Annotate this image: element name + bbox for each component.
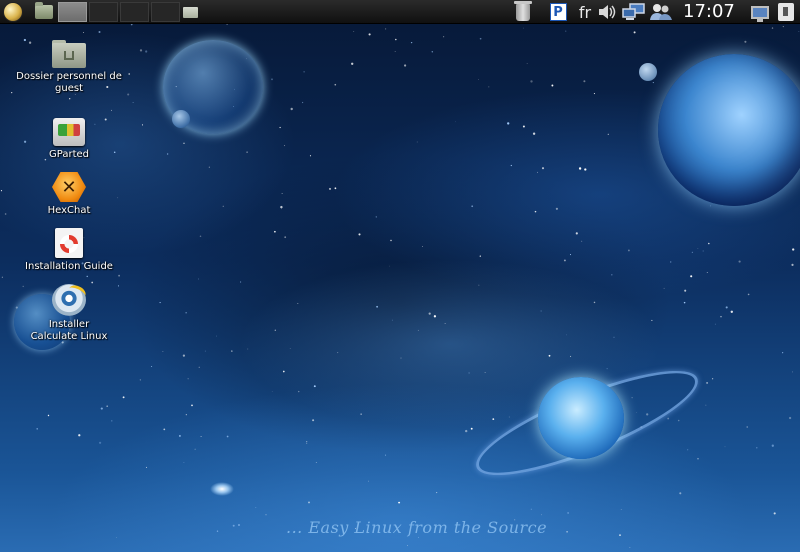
desktop-icon-installation-guide[interactable]: Installation Guide bbox=[9, 228, 129, 273]
desktop-icon-gparted[interactable]: GParted bbox=[9, 118, 129, 161]
tiny-moon bbox=[639, 63, 657, 81]
file-manager-launcher[interactable] bbox=[178, 0, 202, 24]
top-panel: P fr 17:07 bbox=[0, 0, 800, 24]
hexchat-icon: ✕ bbox=[52, 172, 86, 202]
workspace-1[interactable] bbox=[58, 2, 87, 22]
small-moon bbox=[172, 110, 190, 128]
light-flare bbox=[210, 482, 234, 496]
trash-button[interactable] bbox=[512, 0, 534, 24]
volume-icon bbox=[599, 5, 616, 19]
desktop-icon-label: Dossier personnel de guest bbox=[16, 71, 122, 94]
workspace-2[interactable] bbox=[89, 2, 118, 22]
folder-icon bbox=[182, 6, 198, 18]
menu-orb-icon bbox=[4, 3, 22, 21]
installation-guide-icon bbox=[55, 228, 83, 258]
power-icon bbox=[778, 3, 794, 21]
desktop-icon-label: GParted bbox=[49, 149, 89, 160]
desktop-icon-hexchat[interactable]: ✕ HexChat bbox=[9, 172, 129, 217]
keyboard-layout-indicator[interactable]: fr bbox=[574, 0, 596, 24]
gparted-icon bbox=[53, 118, 85, 146]
package-updater-icon: P bbox=[549, 3, 567, 21]
ringed-planet bbox=[538, 377, 624, 459]
network-icon bbox=[622, 3, 645, 20]
home-folder-icon bbox=[35, 2, 53, 19]
desktop-icon-label: HexChat bbox=[47, 205, 91, 216]
package-updater-button[interactable]: P bbox=[547, 0, 569, 24]
wallpaper-slogan: ... Easy Linux from the Source bbox=[286, 518, 548, 537]
power-button[interactable] bbox=[774, 0, 798, 24]
main-menu-button[interactable] bbox=[0, 0, 26, 24]
desktop-icon-label: Installer Calculate Linux bbox=[30, 319, 108, 342]
taskbar bbox=[58, 2, 180, 22]
display-button[interactable] bbox=[748, 0, 772, 24]
large-planet bbox=[658, 54, 800, 206]
trash-icon bbox=[514, 0, 532, 21]
users-button[interactable] bbox=[648, 0, 674, 24]
home-launcher-button[interactable] bbox=[32, 0, 56, 24]
users-icon bbox=[650, 4, 672, 20]
home-folder-icon bbox=[52, 40, 86, 68]
installer-icon bbox=[52, 284, 86, 316]
network-button[interactable] bbox=[621, 0, 647, 24]
display-icon bbox=[751, 5, 769, 22]
volume-button[interactable] bbox=[597, 0, 617, 24]
desktop-icon-installer[interactable]: Installer Calculate Linux bbox=[9, 284, 129, 343]
workspace-4[interactable] bbox=[151, 2, 180, 22]
workspace-3[interactable] bbox=[120, 2, 149, 22]
desktop-icon-label: Installation Guide bbox=[25, 261, 113, 272]
desktop-icon-home[interactable]: Dossier personnel de guest bbox=[9, 40, 129, 95]
clock[interactable]: 17:07 bbox=[683, 0, 735, 24]
